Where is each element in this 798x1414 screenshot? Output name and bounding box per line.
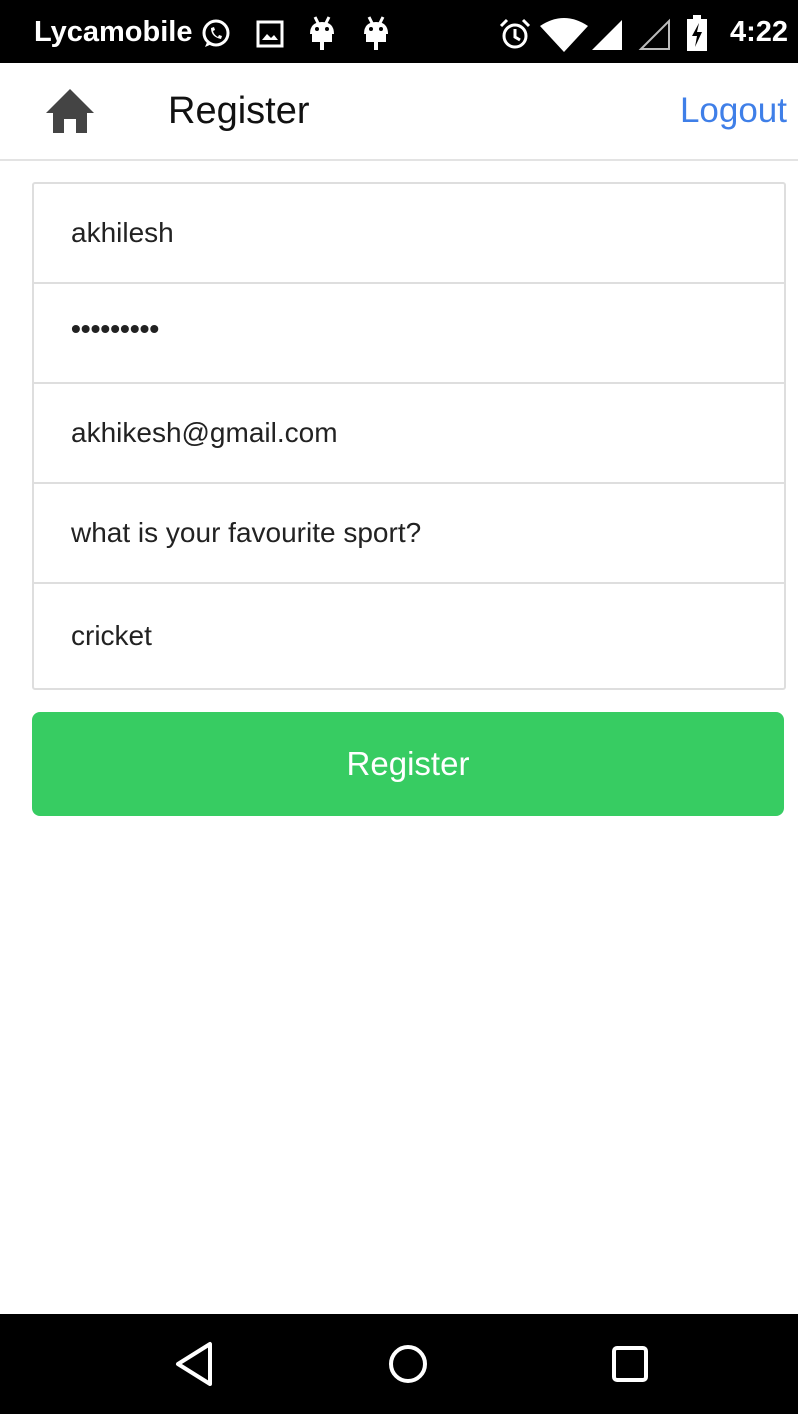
status-bar: Lycamobile 4:22	[0, 0, 798, 63]
carrier-name: Lycamobile	[34, 16, 193, 48]
whatsapp-icon	[202, 19, 230, 47]
image-notification-icon	[256, 20, 284, 48]
security-answer-field[interactable]: cricket	[34, 584, 784, 688]
password-value: •••••••••	[71, 313, 160, 344]
wifi-icon	[540, 18, 588, 52]
recents-icon[interactable]	[602, 1336, 658, 1392]
app-bar: Register Logout	[0, 63, 798, 161]
email-field[interactable]: akhikesh@gmail.com	[34, 384, 784, 484]
email-value: akhikesh@gmail.com	[71, 417, 338, 448]
navigation-bar	[0, 1314, 798, 1414]
username-field[interactable]: akhilesh	[34, 184, 784, 284]
alarm-icon	[499, 18, 531, 49]
security-question-field[interactable]: what is your favourite sport?	[34, 484, 784, 584]
home-circle-icon[interactable]	[380, 1336, 436, 1392]
security-answer-value: cricket	[71, 620, 152, 651]
register-form: akhilesh ••••••••• akhikesh@gmail.com wh…	[32, 182, 786, 690]
register-screen: Lycamobile 4:22 Register Logout akhilesh…	[0, 0, 798, 1414]
signal-empty-icon	[638, 18, 670, 50]
security-question-value: what is your favourite sport?	[71, 517, 422, 548]
signal-icon	[592, 20, 622, 50]
home-icon[interactable]	[44, 85, 96, 137]
password-field[interactable]: •••••••••	[34, 284, 784, 384]
battery-charging-icon	[687, 15, 707, 51]
status-time: 4:22	[729, 16, 788, 48]
username-value: akhilesh	[71, 217, 174, 248]
logout-link[interactable]: Logout	[680, 89, 787, 133]
back-icon[interactable]	[168, 1336, 224, 1392]
android-debug-icon	[364, 16, 388, 50]
register-button[interactable]: Register	[32, 712, 784, 816]
page-title: Register	[168, 90, 310, 132]
android-debug-icon	[310, 16, 334, 50]
